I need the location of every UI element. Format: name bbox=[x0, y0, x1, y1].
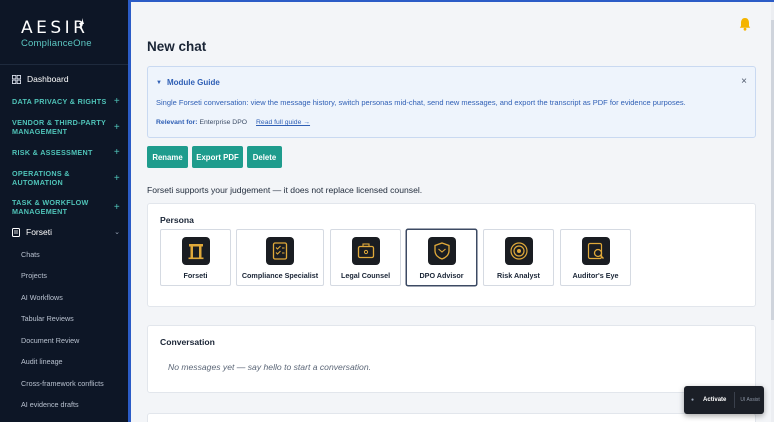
sidebar-section-operations[interactable]: OPERATIONS & AUTOMATION + bbox=[12, 169, 120, 187]
persona-title: Persona bbox=[160, 215, 194, 225]
persona-label: DPO Advisor bbox=[419, 271, 464, 280]
sidebar-item-label: Forseti bbox=[26, 227, 52, 237]
composer-card bbox=[147, 413, 756, 422]
sidebar-subitem-ai-evidence[interactable]: AI evidence drafts bbox=[21, 400, 79, 409]
briefcase-icon bbox=[351, 237, 380, 265]
rename-button[interactable]: Rename bbox=[147, 146, 188, 168]
section-label: TASK & WORKFLOW MANAGEMENT bbox=[12, 198, 89, 216]
sidebar-section-risk[interactable]: RISK & ASSESSMENT + bbox=[12, 147, 120, 158]
persona-legal-counsel[interactable]: Legal Counsel bbox=[330, 229, 401, 286]
ui-assist-widget[interactable]: ● Activate UI Assist bbox=[684, 386, 764, 414]
module-guide-title: Module Guide bbox=[166, 78, 220, 87]
persona-auditors-eye[interactable]: Auditor's Eye bbox=[560, 229, 631, 286]
sidebar-subitem-ai-workflows[interactable]: AI Workflows bbox=[21, 293, 63, 302]
sidebar-subitem-document-review[interactable]: Document Review bbox=[21, 336, 79, 345]
conversation-title: Conversation bbox=[160, 337, 215, 347]
section-label-line1: VENDOR & THIRD-PARTY bbox=[12, 118, 107, 127]
sidebar-item-forseti[interactable]: Forseti ⌄ bbox=[12, 226, 120, 238]
section-label-line2: AUTOMATION bbox=[12, 178, 64, 187]
persona-label: Compliance Specialist bbox=[241, 271, 319, 280]
close-icon[interactable]: × bbox=[741, 76, 747, 87]
expand-plus-icon: + bbox=[113, 96, 120, 107]
read-full-guide-link[interactable]: Read full guide → bbox=[256, 119, 310, 126]
section-label: RISK & ASSESSMENT bbox=[12, 148, 93, 157]
sidebar-section-data-privacy[interactable]: DATA PRIVACY & RIGHTS + bbox=[12, 96, 120, 107]
persona-forseti[interactable]: Forseti bbox=[160, 229, 231, 286]
target-icon bbox=[504, 237, 533, 265]
expand-plus-icon: + bbox=[113, 172, 120, 184]
sidebar-section-task[interactable]: TASK & WORKFLOW MANAGEMENT + bbox=[12, 198, 120, 216]
main-content: New chat ▼ Module Guide × Single Forseti… bbox=[131, 2, 774, 422]
sidebar-subitem-tabular-reviews[interactable]: Tabular Reviews bbox=[21, 314, 74, 323]
section-label: VENDOR & THIRD-PARTY MANAGEMENT bbox=[12, 118, 106, 136]
sidebar-subitem-chats[interactable]: Chats bbox=[21, 250, 40, 259]
section-label-line1: RISK & ASSESSMENT bbox=[12, 148, 93, 157]
export-pdf-button[interactable]: Export PDF bbox=[192, 146, 243, 168]
page-title: New chat bbox=[147, 39, 207, 54]
section-label-line1: DATA PRIVACY & RIGHTS bbox=[12, 97, 107, 106]
expand-plus-icon: + bbox=[113, 201, 120, 213]
magnifier-icon bbox=[581, 237, 610, 265]
sidebar-divider bbox=[0, 64, 128, 65]
sidebar-section-vendor[interactable]: VENDOR & THIRD-PARTY MANAGEMENT + bbox=[12, 118, 120, 136]
sidebar-subitem-cross-framework[interactable]: Cross-framework conflicts bbox=[21, 379, 104, 388]
chevron-down-icon: ⌄ bbox=[114, 229, 120, 236]
relevant-for: Relevant for: Enterprise DPO bbox=[156, 119, 247, 126]
triangle-down-icon: ▼ bbox=[156, 79, 162, 86]
pillar-gate-icon bbox=[181, 237, 210, 265]
shield-icon bbox=[427, 237, 456, 265]
sidebar: AESIR ComplianceOne Dashboard DATA PRIVA… bbox=[0, 0, 128, 422]
expand-plus-icon: + bbox=[113, 121, 120, 133]
persona-label: Risk Analyst bbox=[497, 271, 540, 280]
empty-conversation-text: No messages yet — say hello to start a c… bbox=[168, 362, 372, 372]
module-guide-panel: ▼ Module Guide × Single Forseti conversa… bbox=[147, 66, 756, 138]
sidebar-item-label: Dashboard bbox=[27, 74, 69, 84]
activate-button[interactable]: Activate bbox=[703, 397, 726, 403]
module-guide-text: Single Forseti conversation: view the me… bbox=[156, 98, 686, 107]
divider bbox=[734, 392, 736, 408]
section-label: DATA PRIVACY & RIGHTS bbox=[12, 97, 107, 106]
logo-subtitle: ComplianceOne bbox=[21, 38, 92, 49]
sidebar-item-dashboard[interactable]: Dashboard bbox=[12, 72, 69, 86]
document-icon bbox=[12, 227, 20, 237]
sidebar-subitem-audit-lineage[interactable]: Audit lineage bbox=[21, 357, 63, 366]
sidebar-subitem-projects[interactable]: Projects bbox=[21, 271, 47, 280]
persona-compliance-specialist[interactable]: Compliance Specialist bbox=[236, 229, 324, 286]
persona-label: Auditor's Eye bbox=[572, 271, 619, 280]
section-label-line2: MANAGEMENT bbox=[12, 207, 68, 216]
logo[interactable]: AESIR ComplianceOne bbox=[21, 18, 92, 49]
bell-icon[interactable] bbox=[737, 16, 753, 32]
section-label: OPERATIONS & AUTOMATION bbox=[12, 169, 70, 187]
status-dot-icon: ● bbox=[691, 397, 695, 403]
persona-dpo-advisor[interactable]: DPO Advisor bbox=[406, 229, 477, 286]
persona-risk-analyst[interactable]: Risk Analyst bbox=[483, 229, 554, 286]
disclaimer-text: Forseti supports your judgement — it doe… bbox=[147, 185, 423, 195]
ui-assist-brand: UI Assist bbox=[740, 397, 760, 403]
section-label-line1: OPERATIONS & bbox=[12, 169, 70, 178]
persona-label: Forseti bbox=[183, 271, 208, 280]
persona-label: Legal Counsel bbox=[340, 271, 391, 280]
forseti-label-group: Forseti bbox=[12, 227, 52, 237]
logo-spark-icon bbox=[79, 18, 84, 32]
expand-plus-icon: + bbox=[113, 147, 120, 158]
relevant-value: Enterprise DPO bbox=[199, 119, 248, 126]
persona-card: Persona Forseti Compliance Specialist Le… bbox=[147, 203, 756, 307]
section-label-line2: MANAGEMENT bbox=[12, 127, 68, 136]
checklist-icon bbox=[266, 237, 294, 265]
dashboard-grid-icon bbox=[12, 74, 21, 84]
delete-button[interactable]: Delete bbox=[247, 146, 282, 168]
conversation-card: Conversation No messages yet — say hello… bbox=[147, 325, 756, 393]
relevant-label: Relevant for: bbox=[156, 119, 198, 126]
section-label-line1: TASK & WORKFLOW bbox=[12, 198, 89, 207]
module-guide-toggle[interactable]: ▼ Module Guide bbox=[156, 78, 220, 87]
